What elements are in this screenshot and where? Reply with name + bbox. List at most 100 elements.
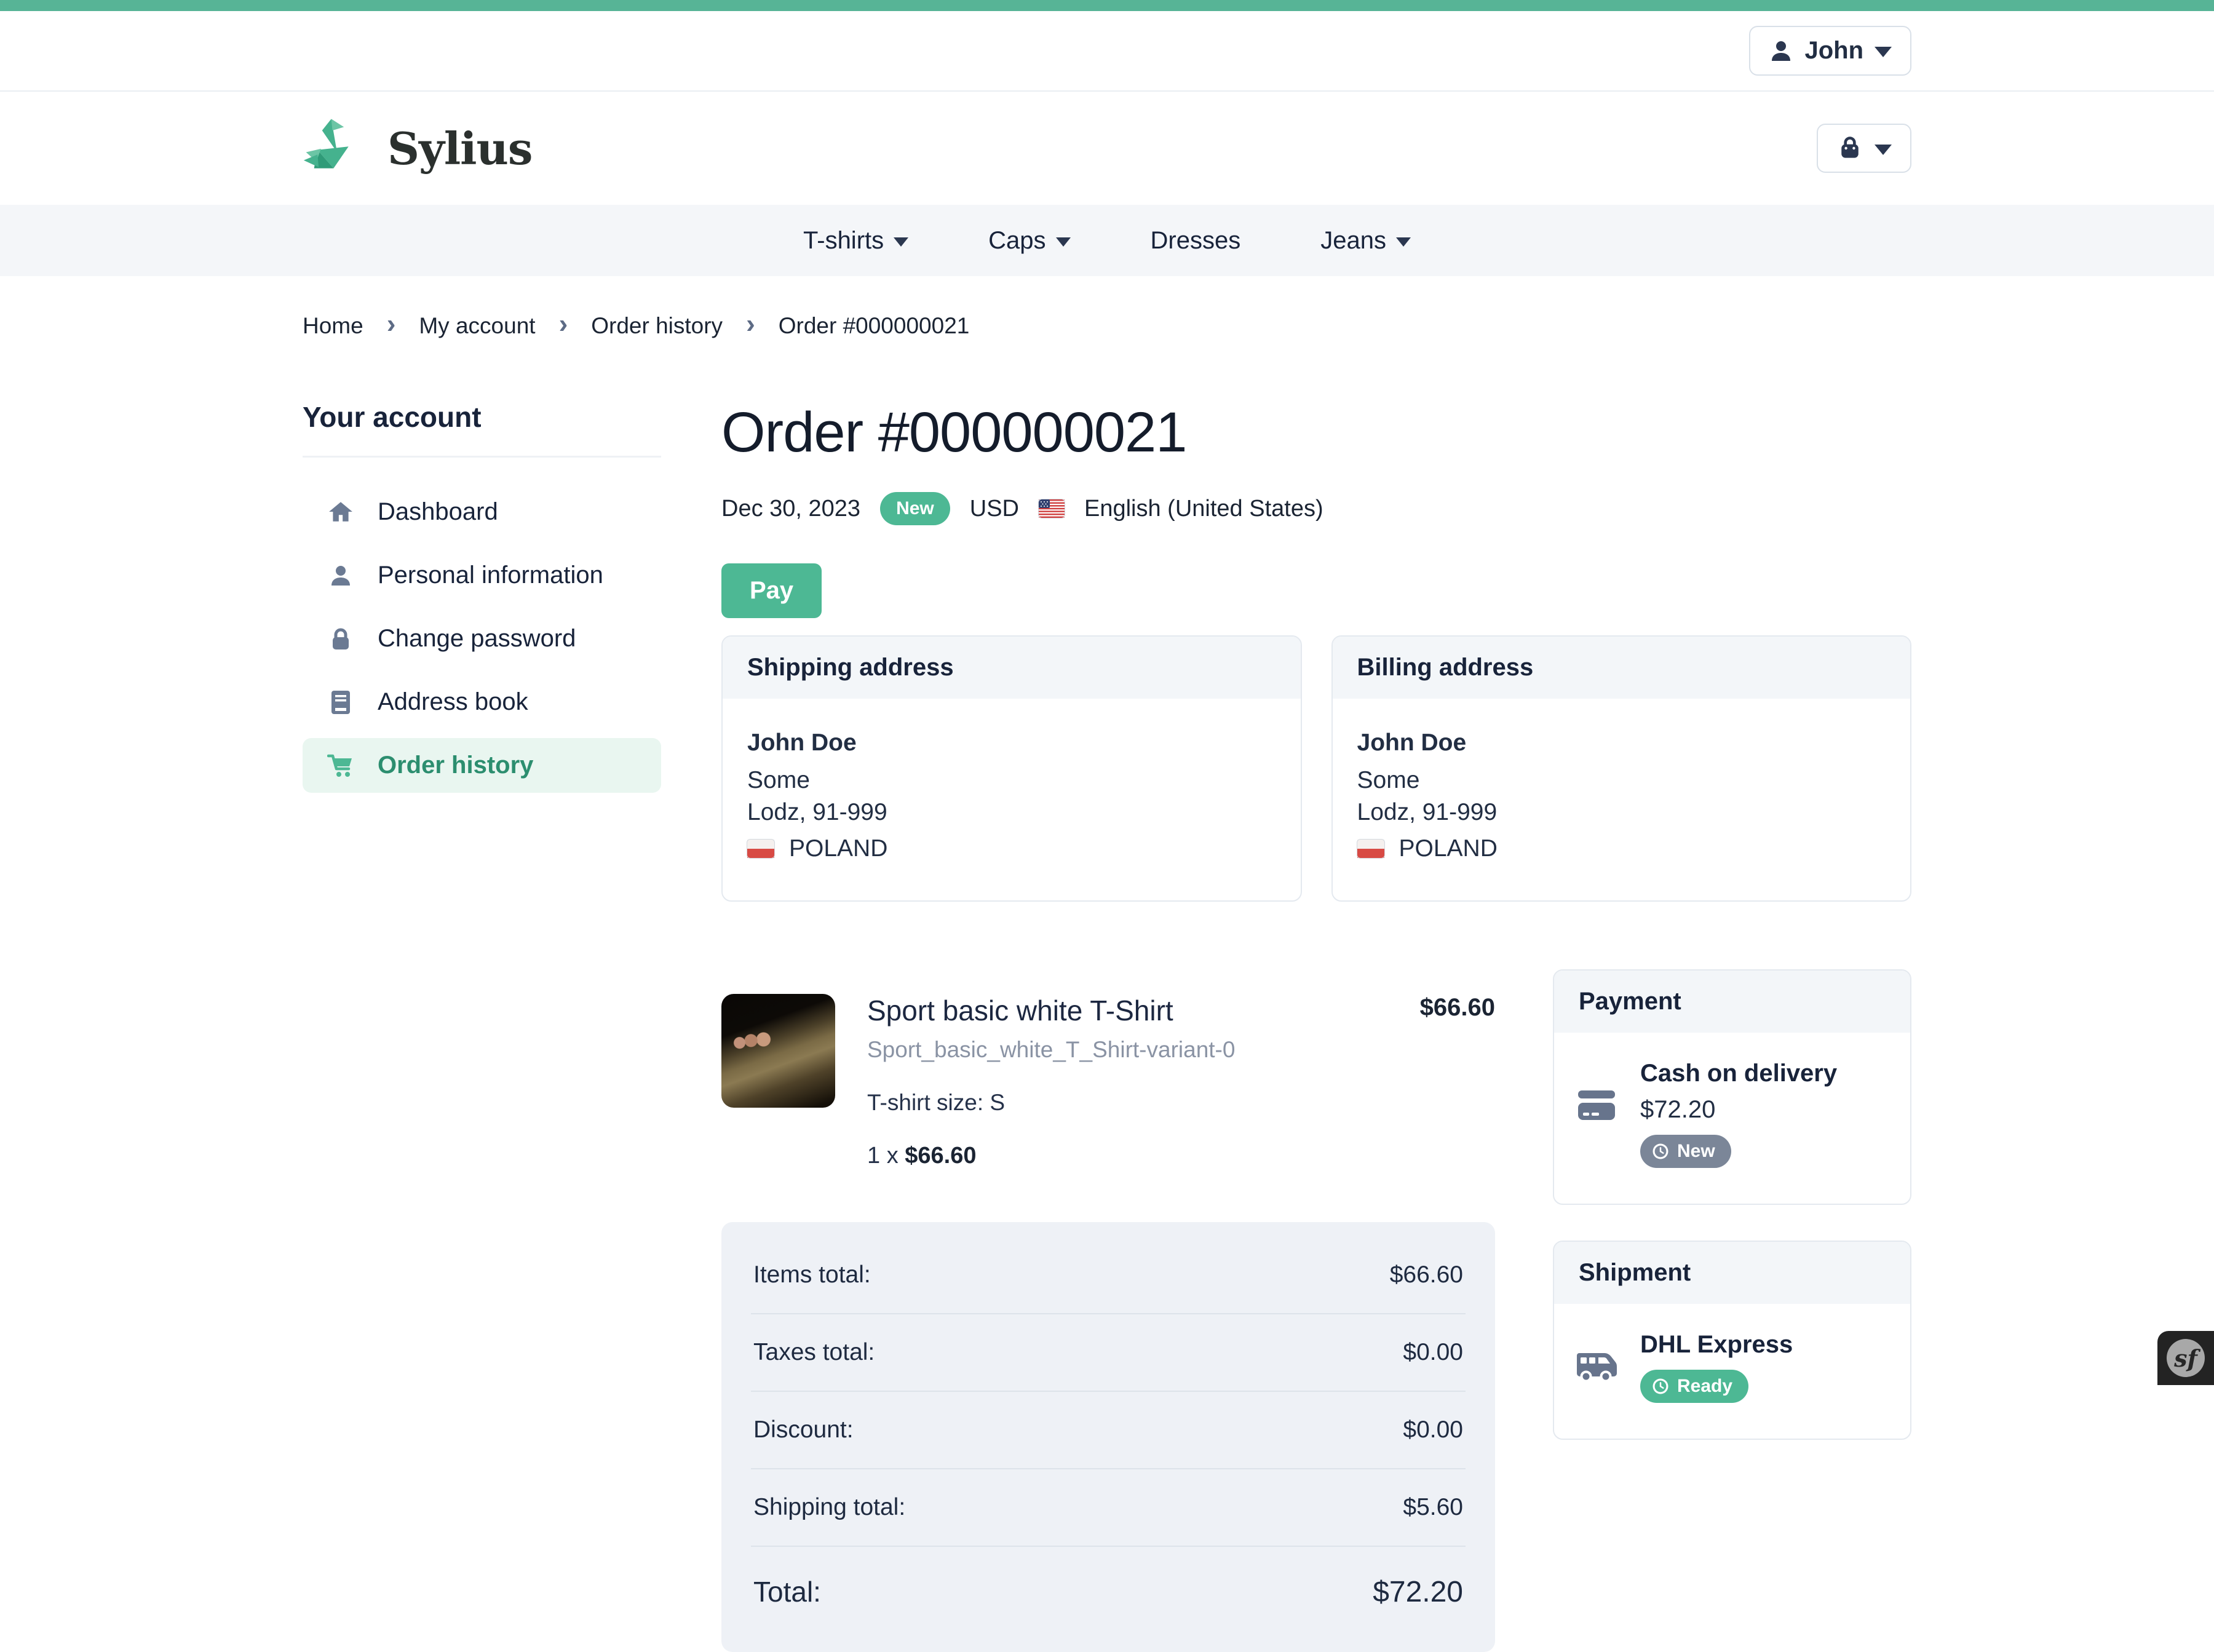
product-name[interactable]: Sport basic white T-Shirt: [867, 994, 1388, 1027]
breadcrumb-separator: ›: [746, 309, 755, 340]
totals-row-taxes: Taxes total: $0.00: [751, 1314, 1466, 1392]
shipping-address-title: Shipping address: [723, 637, 1301, 699]
shipping-city: Lodz, 91-999: [747, 796, 1276, 828]
order-meta: Dec 30, 2023 New USD English (United Sta…: [721, 492, 1911, 525]
sylius-swan-icon: [303, 116, 371, 180]
symfony-logo-icon: sf: [2167, 1339, 2205, 1377]
address-book-icon: [327, 689, 354, 715]
delivery-truck-icon: [1575, 1331, 1618, 1403]
nav-item-tshirts[interactable]: T-shirts: [803, 227, 908, 255]
order-locale: English (United States): [1084, 496, 1323, 522]
product-thumbnail[interactable]: [721, 994, 835, 1108]
us-flag-icon: [1039, 499, 1065, 518]
breadcrumb-separator: ›: [559, 309, 568, 340]
chevron-down-icon: [1875, 145, 1892, 155]
shipment-title: Shipment: [1554, 1242, 1910, 1304]
person-icon: [327, 563, 354, 588]
product-option: T-shirt size: S: [867, 1090, 1388, 1116]
user-menu-button[interactable]: John: [1749, 26, 1911, 76]
sidebar-item-label: Dashboard: [378, 498, 498, 526]
sidebar-title: Your account: [303, 400, 661, 458]
home-icon: [327, 499, 354, 525]
nav-item-label: Jeans: [1320, 227, 1386, 255]
shipment-state-badge: Ready: [1640, 1370, 1748, 1403]
top-accent-strip: [0, 0, 2214, 11]
shipping-address-card: Shipping address John Doe Some Lodz, 91-…: [721, 635, 1302, 902]
product-unit-price: $66.60: [905, 1143, 976, 1169]
shipment-card: Shipment DHL Express: [1553, 1241, 1911, 1440]
payment-state-badge: New: [1640, 1135, 1731, 1168]
payment-title: Payment: [1554, 971, 1910, 1033]
breadcrumb-my-account[interactable]: My account: [419, 313, 535, 339]
brand-wordmark: Sylius: [387, 122, 532, 175]
product-quantity-line: 1 x $66.60: [867, 1143, 1388, 1169]
sidebar-item-label: Personal information: [378, 562, 603, 589]
person-icon: [1769, 39, 1793, 63]
totals-row-items: Items total: $66.60: [751, 1237, 1466, 1314]
totals-value: $5.60: [1403, 1494, 1463, 1521]
billing-street: Some: [1357, 764, 1886, 796]
order-totals: Items total: $66.60 Taxes total: $0.00 D…: [721, 1222, 1495, 1652]
chevron-down-icon: [1396, 237, 1411, 247]
order-currency: USD: [970, 496, 1019, 522]
nav-item-caps[interactable]: Caps: [988, 227, 1070, 255]
pay-button[interactable]: Pay: [721, 563, 822, 618]
nav-item-label: Caps: [988, 227, 1046, 255]
payment-method: Cash on delivery: [1640, 1060, 1837, 1087]
nav-item-dresses[interactable]: Dresses: [1151, 227, 1241, 255]
payment-amount: $72.20: [1640, 1096, 1837, 1124]
payment-state-label: New: [1677, 1141, 1715, 1162]
user-menu-label: John: [1804, 37, 1863, 65]
totals-row-discount: Discount: $0.00: [751, 1392, 1466, 1469]
product-subtotal: $66.60: [1420, 994, 1495, 1169]
shipping-country: POLAND: [789, 833, 887, 864]
cart-menu-button[interactable]: [1817, 124, 1911, 173]
shipping-name: John Doe: [747, 727, 1276, 758]
billing-address-card: Billing address John Doe Some Lodz, 91-9…: [1331, 635, 1912, 902]
sidebar-item-personal-information[interactable]: Personal information: [303, 548, 661, 603]
sidebar-item-label: Order history: [378, 752, 533, 779]
nav-item-jeans[interactable]: Jeans: [1320, 227, 1411, 255]
site-header: Sylius: [0, 92, 2214, 205]
order-date: Dec 30, 2023: [721, 496, 860, 522]
product-quantity: 1 x: [867, 1143, 899, 1169]
breadcrumb-separator: ›: [387, 309, 396, 340]
billing-country: POLAND: [1399, 833, 1498, 864]
clock-icon: [1651, 1377, 1670, 1396]
cart-icon: [327, 753, 354, 779]
poland-flag-icon: [747, 840, 774, 858]
sidebar-item-label: Address book: [378, 688, 528, 716]
sidebar-item-label: Change password: [378, 625, 576, 653]
sidebar-item-address-book[interactable]: Address book: [303, 675, 661, 729]
shipping-street: Some: [747, 764, 1276, 796]
account-sidebar: Your account Dashboard Personal informat…: [303, 400, 661, 801]
nav-item-label: T-shirts: [803, 227, 884, 255]
totals-row-total: Total: $72.20: [751, 1547, 1466, 1637]
chevron-down-icon: [1056, 237, 1071, 247]
breadcrumb-order-history[interactable]: Order history: [591, 313, 723, 339]
symfony-toolbar-button[interactable]: sf: [2157, 1331, 2214, 1385]
chevron-down-icon: [1875, 47, 1892, 57]
billing-city: Lodz, 91-999: [1357, 796, 1886, 828]
sidebar-item-change-password[interactable]: Change password: [303, 611, 661, 666]
breadcrumb-home[interactable]: Home: [303, 313, 363, 339]
billing-name: John Doe: [1357, 727, 1886, 758]
payment-card: Payment Cash on delivery $72.20: [1553, 969, 1911, 1205]
sidebar-item-dashboard[interactable]: Dashboard: [303, 485, 661, 539]
brand-logo[interactable]: Sylius: [303, 116, 532, 180]
order-main: Order #000000021 Dec 30, 2023 New USD En…: [721, 400, 1911, 1652]
totals-label: Discount:: [753, 1416, 854, 1444]
chevron-down-icon: [894, 237, 908, 247]
order-items: Sport basic white T-Shirt Sport_basic_wh…: [721, 969, 1495, 1652]
sidebar-item-order-history[interactable]: Order history: [303, 738, 661, 793]
topbar: John: [0, 11, 2214, 92]
shopping-bag-icon: [1836, 135, 1863, 162]
totals-row-shipping: Shipping total: $5.60: [751, 1469, 1466, 1547]
page-title: Order #000000021: [721, 400, 1911, 465]
totals-value: $72.20: [1373, 1575, 1463, 1609]
product-code: Sport_basic_white_T_Shirt-variant-0: [867, 1037, 1388, 1063]
category-nav: T-shirts Caps Dresses Jeans: [0, 205, 2214, 276]
totals-label: Total:: [753, 1575, 821, 1608]
shipment-state-label: Ready: [1677, 1376, 1732, 1397]
poland-flag-icon: [1357, 840, 1384, 858]
